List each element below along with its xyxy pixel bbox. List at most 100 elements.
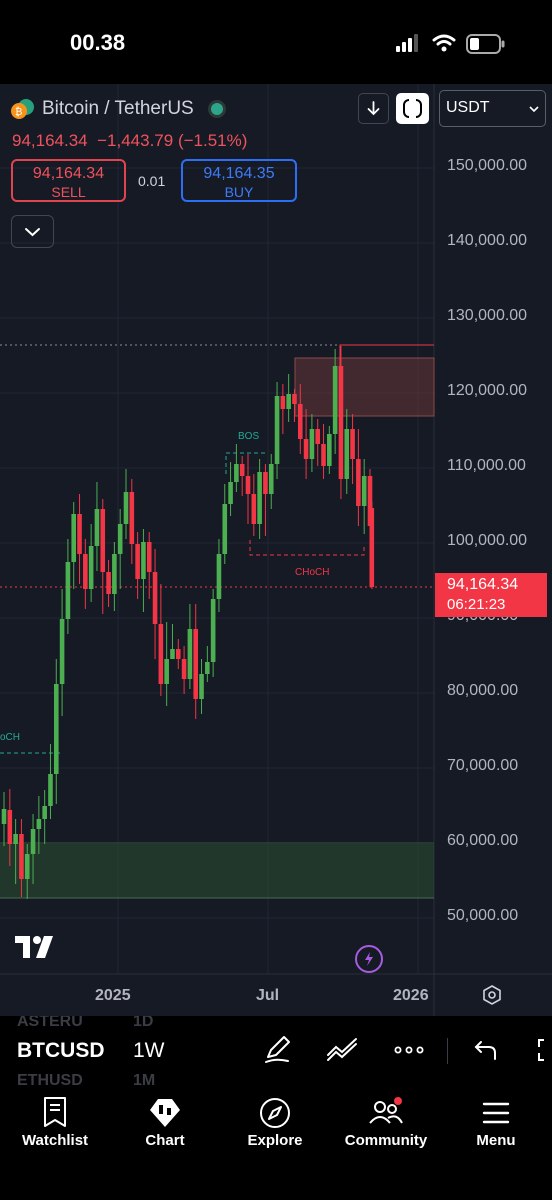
candle-body <box>181 659 187 679</box>
candle-body <box>129 492 135 544</box>
sell-button[interactable]: 94,164.34 SELL <box>11 159 126 202</box>
candle-body <box>210 599 216 662</box>
last-price: 94,164.34 <box>12 131 88 150</box>
bos-label: BOS <box>238 431 260 442</box>
candle-body <box>361 476 367 506</box>
chart-toolbar: ASTERU 1D ETHUSD 1M BTCUSD 1W <box>0 1016 552 1088</box>
status-bar: 00.38 <box>0 0 552 84</box>
chart-area[interactable]: ₿ Bitcoin / TetherUS 94,164.34 −1,443.79… <box>0 84 552 1016</box>
swap-icon <box>403 99 422 118</box>
y-axis-tick: 70,000.00 <box>447 757 519 774</box>
nav-label: Menu <box>476 1132 516 1149</box>
y-axis-tick: 100,000.00 <box>447 532 528 549</box>
lightning-icon <box>365 952 373 966</box>
candle-body <box>36 819 42 829</box>
candle-body <box>239 464 245 476</box>
candle-body <box>286 394 291 409</box>
x-axis-tick: 2026 <box>393 987 429 1004</box>
undo-icon[interactable] <box>472 1033 500 1065</box>
candle-body <box>65 562 71 619</box>
tradingview-logo <box>15 936 53 958</box>
candle-body <box>205 662 210 674</box>
candle-body <box>59 619 65 684</box>
candle-body <box>1 809 7 824</box>
y-axis-tick: 110,000.00 <box>447 457 526 474</box>
ghost-symbol-bottom: ETHUSD <box>17 1072 83 1088</box>
y-axis-tick: 140,000.00 <box>447 232 528 249</box>
pen-icon[interactable] <box>262 1033 294 1065</box>
collapse-legend-button[interactable] <box>11 215 54 248</box>
more-icon[interactable] <box>392 1033 426 1065</box>
symbol-header[interactable]: ₿ Bitcoin / TetherUS <box>10 96 226 122</box>
candle-body <box>199 674 204 699</box>
candle-body <box>117 524 123 554</box>
interval-picker[interactable]: 1W <box>133 1039 165 1063</box>
fullscreen-icon[interactable] <box>534 1033 552 1065</box>
candle-body <box>263 472 268 494</box>
settings-icon[interactable] <box>481 984 503 1006</box>
bolt-button[interactable] <box>355 945 383 973</box>
ghost-symbol-top: ASTERU <box>17 1016 83 1030</box>
ghost-interval-top: 1D <box>133 1016 154 1030</box>
candle-body <box>228 482 233 504</box>
buy-button[interactable]: 94,164.35 BUY <box>181 159 297 202</box>
price-change-line: 94,164.34 −1,443.79 (−1.51%) <box>12 131 247 151</box>
nav-chart[interactable]: Chart <box>110 1096 220 1149</box>
currency-value: USDT <box>446 99 490 116</box>
watchlist-icon <box>44 1097 66 1127</box>
signal-icon <box>396 34 418 52</box>
candle-body <box>112 554 117 594</box>
nav-menu[interactable]: Menu <box>441 1096 551 1149</box>
candle-body <box>24 854 30 879</box>
menu-icon <box>482 1102 510 1124</box>
sell-label: SELL <box>51 184 86 200</box>
bitcoin-tether-icon: ₿ <box>11 99 34 119</box>
demand-zone <box>0 842 434 898</box>
currency-select[interactable]: USDT <box>439 90 546 127</box>
replay-button[interactable] <box>396 93 429 124</box>
compass-icon <box>260 1098 290 1128</box>
candle-body <box>280 396 286 409</box>
y-axis-tick: 120,000.00 <box>447 382 528 399</box>
svg-text:₿: ₿ <box>15 106 22 118</box>
candle-body <box>292 394 297 404</box>
symbol-picker[interactable]: BTCUSD <box>17 1039 105 1063</box>
price-change-pct: (−1.51%) <box>177 131 248 150</box>
candle-body <box>193 629 199 699</box>
candle-body <box>19 834 24 879</box>
chevron-down-icon <box>529 106 539 113</box>
candle-body <box>164 659 169 684</box>
candle-body <box>315 429 321 444</box>
candle-body <box>123 492 129 524</box>
nav-explore[interactable]: Explore <box>220 1096 330 1149</box>
candle-body <box>13 834 18 844</box>
candle-body <box>369 508 375 587</box>
candle-body <box>88 546 94 589</box>
candle-body <box>234 464 239 482</box>
candle-body <box>135 544 140 579</box>
x-axis-tick: 2025 <box>95 987 131 1004</box>
candle-body <box>7 810 13 844</box>
indicators-icon[interactable] <box>325 1033 359 1065</box>
nav-community[interactable]: Community <box>331 1096 441 1149</box>
last-price-tag-value: 94,164.34 <box>447 576 519 593</box>
price-change: −1,443.79 <box>97 131 174 150</box>
candle-body <box>338 366 344 479</box>
nav-watchlist[interactable]: Watchlist <box>0 1096 110 1149</box>
candle-body <box>251 494 257 524</box>
y-axis-tick: 80,000.00 <box>447 682 519 699</box>
chart-icon <box>150 1099 180 1127</box>
nav-label: Watchlist <box>21 1132 89 1149</box>
download-button[interactable] <box>358 93 389 124</box>
candle-body <box>332 366 338 434</box>
bottom-navigation: Watchlist Chart Explore Community Menu <box>0 1088 552 1200</box>
candle-body <box>216 554 222 599</box>
arrow-down-icon <box>367 101 380 116</box>
spread-value: 0.01 <box>138 173 166 189</box>
market-open-indicator <box>207 100 226 118</box>
price-chart[interactable] <box>0 84 552 1016</box>
candle-body <box>321 444 326 466</box>
y-axis-tick: 130,000.00 <box>447 307 528 324</box>
y-axis-tick: 50,000.00 <box>447 907 519 924</box>
candle-body <box>245 476 251 494</box>
